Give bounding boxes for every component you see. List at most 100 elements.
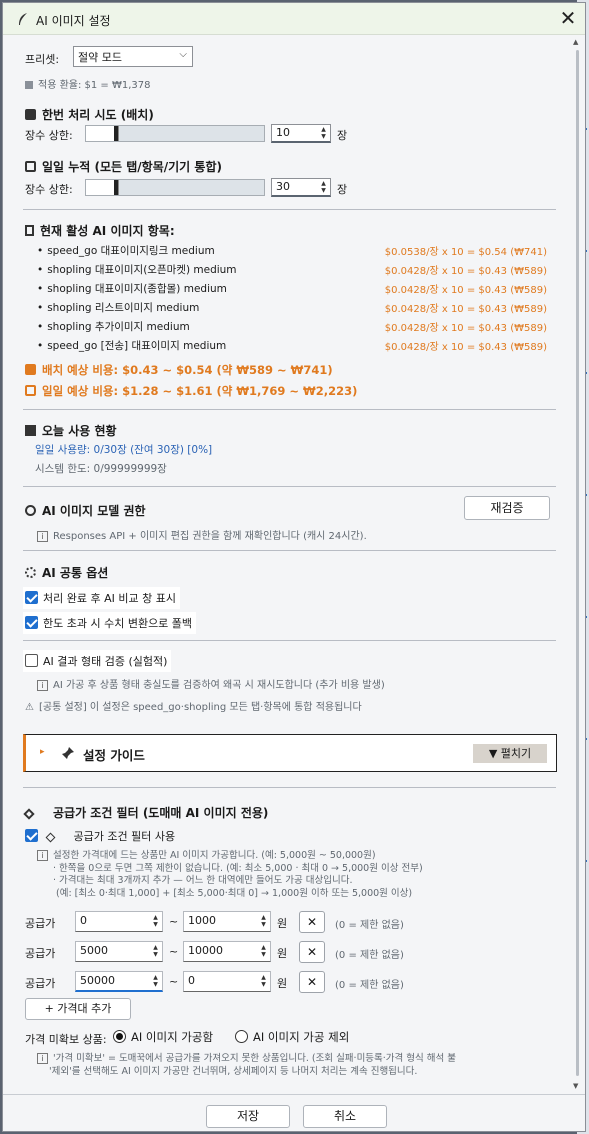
cancel-button[interactable]: 취소 xyxy=(303,1105,387,1128)
remove-range-button[interactable]: ✕ xyxy=(299,911,325,933)
system-limit: 시스템 한도: 0/99999999장 xyxy=(35,463,167,475)
daily-cost-estimate: 일일 예상 비용: $1.28 ~ $1.61 (약 ₩1,769 ~ ₩2,2… xyxy=(25,383,357,399)
caret-right-icon: ▸ xyxy=(40,747,45,757)
model-info: i Responses API + 이미지 편집 권한을 함께 재확인합니다 (캐… xyxy=(37,527,367,542)
common-setting-note: ⚠ [공통 설정] 이 설정은 speed_go·shopling 모든 탭·항목… xyxy=(25,702,362,713)
price-filter-title: 공급가 조건 필터 (도매매 AI 이미지 전용) xyxy=(23,804,268,821)
warning-icon: ⚠ xyxy=(25,702,34,713)
settings-guide-panel[interactable]: ▸ 설정 가이드 ▼ 펼치기 xyxy=(23,734,557,772)
checkbox-checked[interactable] xyxy=(25,616,38,629)
option-shape-verify[interactable]: AI 결과 형태 검증 (실험적) xyxy=(23,650,172,672)
price-row-label: 공급가 xyxy=(25,977,56,990)
active-item-cost: $0.0428/장 x 10 = $0.43 (₩589) xyxy=(384,304,547,315)
preset-value: 절약 모드 xyxy=(78,51,122,64)
scrollbar-thumb[interactable] xyxy=(576,50,579,1076)
gear-icon xyxy=(25,567,36,578)
batch-slider-thumb[interactable] xyxy=(114,126,118,141)
dialog-footer: 저장 취소 xyxy=(3,1094,585,1131)
close-button[interactable]: ✕ xyxy=(555,6,581,32)
scroll-down-icon[interactable]: ▼ xyxy=(573,1082,578,1090)
checkbox-unchecked[interactable] xyxy=(25,654,38,667)
spin-arrows-icon[interactable]: ▲ ▼ xyxy=(151,974,160,988)
tag-icon xyxy=(23,808,35,820)
scroll-up-icon[interactable]: ▲ xyxy=(573,38,578,46)
divider xyxy=(23,550,556,551)
option-show-compare[interactable]: 처리 완료 후 AI 비교 창 표시 xyxy=(23,587,180,609)
checkbox-checked[interactable] xyxy=(25,829,38,842)
active-items-title: 현재 활성 AI 이미지 항목: xyxy=(25,222,175,239)
batch-unit: 장 xyxy=(337,129,348,142)
active-item-name: shopling 대표이미지(오픈마켓) medium xyxy=(37,262,236,277)
spin-arrows-icon[interactable]: ▲ ▼ xyxy=(259,914,268,928)
tilde: ~ xyxy=(169,945,179,958)
radio-unselected[interactable] xyxy=(235,1030,248,1043)
price-row-label: 공급가 xyxy=(25,947,56,960)
batch-cost-estimate: 배치 예상 비용: $0.43 ~ $0.54 (약 ₩589 ~ ₩741) xyxy=(25,362,333,378)
recheck-button[interactable]: 재검증 xyxy=(464,496,550,520)
price-max-input[interactable]: 1000 ▲ ▼ xyxy=(183,911,271,932)
tag-icon xyxy=(45,832,55,843)
batch-limit-label: 장수 상한: xyxy=(25,129,73,142)
price-filter-toggle[interactable]: 공급가 조건 필터 사용 xyxy=(23,826,179,846)
won-unit: 원 xyxy=(277,917,288,930)
radio-exclude[interactable]: AI 이미지 가공 제외 xyxy=(235,1029,349,1045)
daily-usage: 일일 사용량: 0/30장 (잔여 30장) [0%] xyxy=(35,444,213,456)
save-button[interactable]: 저장 xyxy=(206,1105,290,1128)
spin-arrows-icon[interactable]: ▲ ▼ xyxy=(259,944,268,958)
expand-button[interactable]: ▼ 펼치기 xyxy=(473,744,547,763)
spin-arrows-icon[interactable]: ▲ ▼ xyxy=(319,126,328,140)
divider xyxy=(23,486,556,487)
radio-include[interactable]: AI 이미지 가공함 xyxy=(113,1029,213,1045)
daily-slider-thumb[interactable] xyxy=(114,180,118,195)
daily-limit-slider[interactable] xyxy=(85,179,265,196)
robot-icon xyxy=(25,505,36,516)
calendar-icon xyxy=(25,385,36,396)
vertical-scrollbar[interactable]: ▲ ▼ xyxy=(570,36,584,1094)
spin-arrows-icon[interactable]: ▲ ▼ xyxy=(319,180,328,194)
chart-icon xyxy=(25,425,36,436)
batch-limit-input[interactable]: 10 ▲ ▼ xyxy=(271,124,331,143)
spin-arrows-icon[interactable]: ▲ ▼ xyxy=(259,974,268,988)
batch-limit-slider[interactable] xyxy=(85,125,265,142)
info-icon: i xyxy=(37,680,48,691)
option-fallback[interactable]: 한도 초과 시 수치 변환으로 폴백 xyxy=(23,612,197,634)
price-max-input[interactable]: 0 ▲ ▼ xyxy=(183,971,271,992)
range-hint: (0 = 제한 없음) xyxy=(335,920,404,931)
batch-section-title: 한번 처리 시도 (배치) xyxy=(25,106,154,123)
range-hint: (0 = 제한 없음) xyxy=(335,950,404,961)
price-min-input[interactable]: 50000 ▲ ▼ xyxy=(75,971,163,992)
feather-icon xyxy=(19,13,27,25)
cube-icon xyxy=(25,364,36,375)
preset-select[interactable]: 절약 모드 ⌵ xyxy=(73,46,193,67)
info-icon: i xyxy=(37,531,48,542)
daily-section-title: 일일 누적 (모든 탭/항목/기기 통합) xyxy=(25,158,222,175)
ai-image-settings-dialog: AI 이미지 설정 ✕ 프리셋: 절약 모드 ⌵ 적용 환율: $1 = ₩1,… xyxy=(2,2,586,1132)
cube-icon xyxy=(25,109,36,120)
remove-range-button[interactable]: ✕ xyxy=(299,941,325,963)
divider xyxy=(23,209,556,210)
daily-limit-input[interactable]: 30 ▲ ▼ xyxy=(271,178,331,197)
price-min-input[interactable]: 0 ▲ ▼ xyxy=(75,911,163,932)
exchange-rate: 적용 환율: $1 = ₩1,378 xyxy=(25,76,151,91)
active-item-name: speed_go 대표이미지링크 medium xyxy=(37,243,215,258)
common-options-title: AI 공통 옵션 xyxy=(25,564,108,581)
active-item-cost: $0.0428/장 x 10 = $0.43 (₩589) xyxy=(384,323,547,334)
active-item-cost: $0.0428/장 x 10 = $0.43 (₩589) xyxy=(384,342,547,353)
usage-title: 오늘 사용 현황 xyxy=(25,422,117,439)
price-min-input[interactable]: 5000 ▲ ▼ xyxy=(75,941,163,962)
active-item-name: shopling 추가이미지 medium xyxy=(37,319,190,334)
radio-selected[interactable] xyxy=(113,1030,126,1043)
price-row-label: 공급가 xyxy=(25,917,56,930)
remove-range-button[interactable]: ✕ xyxy=(299,971,325,993)
add-price-range-button[interactable]: + 가격대 추가 xyxy=(25,998,131,1020)
won-unit: 원 xyxy=(277,977,288,990)
daily-unit: 장 xyxy=(337,183,348,196)
spin-arrows-icon[interactable]: ▲ ▼ xyxy=(151,944,160,958)
guide-title: 설정 가이드 xyxy=(83,748,145,763)
clipboard-icon xyxy=(25,225,34,236)
checkbox-checked[interactable] xyxy=(25,591,38,604)
spin-arrows-icon[interactable]: ▲ ▼ xyxy=(151,914,160,928)
divider xyxy=(23,409,556,410)
rate-icon xyxy=(25,81,33,89)
price-max-input[interactable]: 10000 ▲ ▼ xyxy=(183,941,271,962)
